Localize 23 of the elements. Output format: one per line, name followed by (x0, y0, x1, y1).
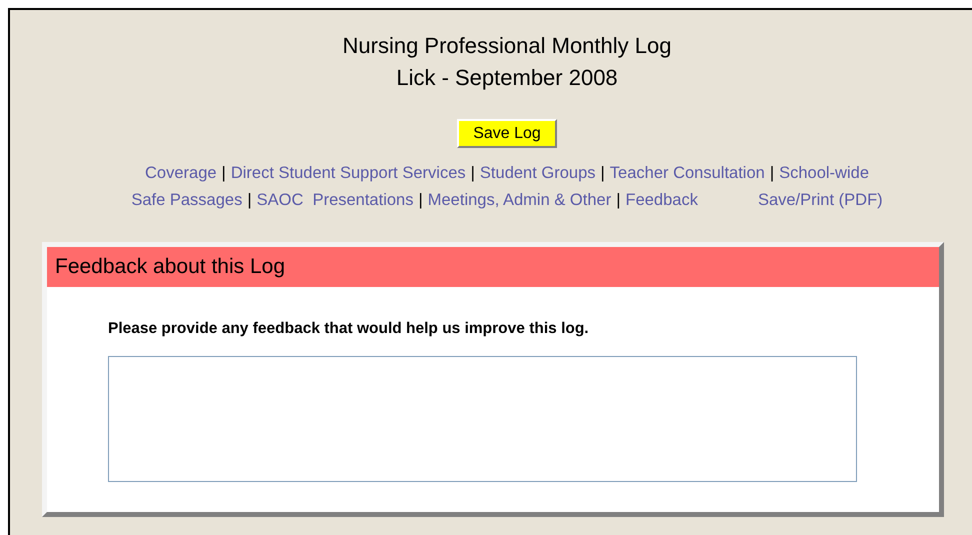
separator: | (418, 190, 423, 211)
separator: | (616, 190, 620, 211)
nav-link[interactable]: Feedback (625, 188, 698, 212)
feedback-prompt: Please provide any feedback that would help us improve this log. (108, 318, 590, 338)
nav-link[interactable]: Save/Print (PDF) (758, 188, 883, 212)
separator: | (247, 190, 252, 211)
nav-link[interactable]: Student Groups (480, 161, 596, 186)
feedback-field[interactable] (108, 356, 857, 482)
nav-link[interactable]: Teacher Consultation (610, 161, 765, 186)
separator: | (770, 163, 774, 184)
separator: | (600, 163, 605, 184)
nav-link[interactable]: SAOC Presentations (256, 188, 414, 212)
save-log-button[interactable]: Save Log (457, 119, 557, 148)
separator: | (470, 163, 475, 184)
nav-link[interactable]: Direct Student Support Services (230, 161, 466, 186)
nav-link[interactable]: Safe Passages (131, 188, 242, 212)
separator: | (222, 163, 226, 184)
panel-header: Feedback about this Log (47, 246, 939, 286)
nav-link[interactable]: School-wide (779, 161, 869, 186)
page-title: Lick - September 2008 (396, 64, 618, 92)
page-title: Nursing Professional Monthly Log (342, 32, 672, 60)
nav-link[interactable]: Meetings, Admin & Other (428, 188, 612, 212)
nav-link[interactable]: Coverage (145, 161, 217, 186)
